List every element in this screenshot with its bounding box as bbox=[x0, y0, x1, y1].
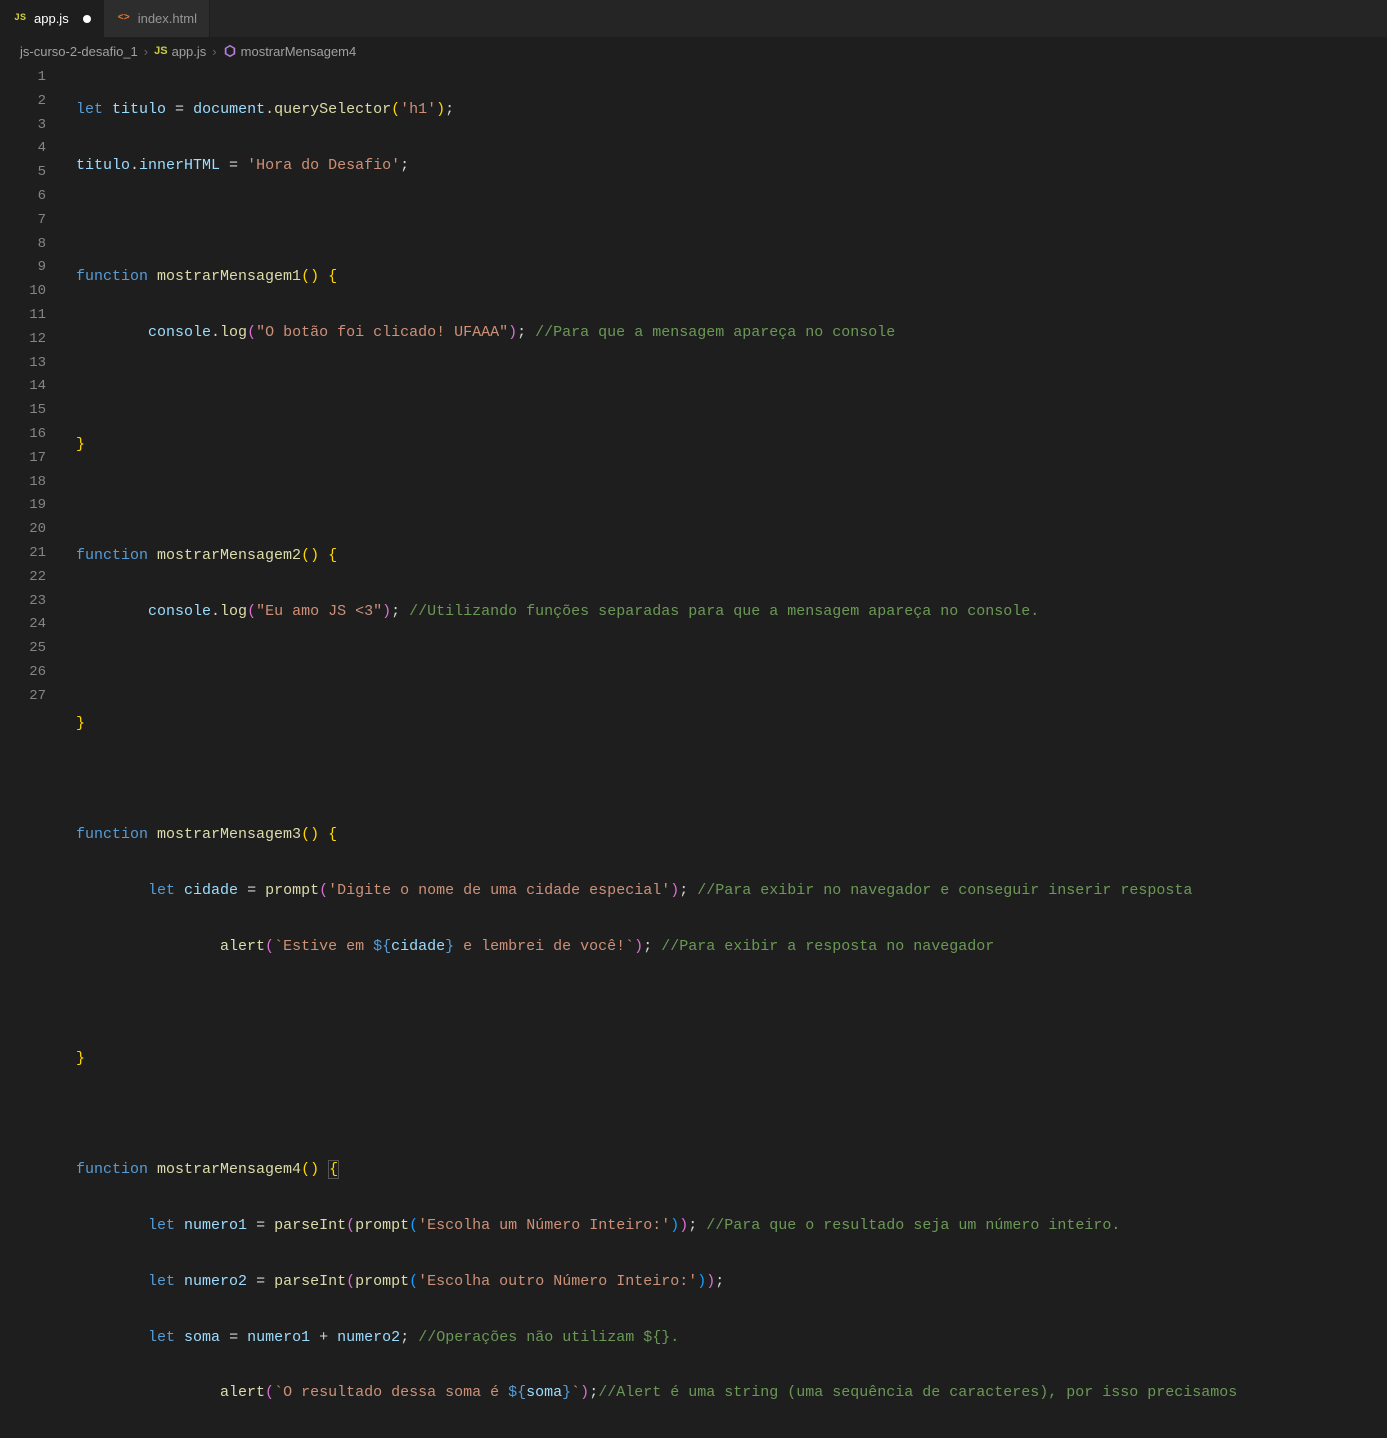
line-number: 15 bbox=[0, 399, 46, 423]
line-number: 21 bbox=[0, 542, 46, 566]
line-number: 19 bbox=[0, 494, 46, 518]
chevron-right-icon: › bbox=[144, 44, 148, 59]
line-number: 27 bbox=[0, 685, 46, 709]
line-number: 1 bbox=[0, 66, 46, 90]
tabs-bar: JS app.js <> index.html bbox=[0, 0, 1387, 38]
breadcrumb-symbol[interactable]: mostrarMensagem4 bbox=[223, 44, 357, 59]
line-number: 7 bbox=[0, 209, 46, 233]
breadcrumb-file[interactable]: JS app.js bbox=[154, 44, 206, 59]
tab-label: app.js bbox=[34, 11, 69, 26]
line-number: 23 bbox=[0, 590, 46, 614]
html-file-icon: <> bbox=[116, 11, 132, 27]
line-number: 9 bbox=[0, 256, 46, 280]
code-editor[interactable]: 1234567891011121314151617181920212223242… bbox=[0, 64, 1387, 719]
code-content[interactable]: let titulo = document.querySelector('h1'… bbox=[64, 64, 1387, 719]
line-number: 10 bbox=[0, 280, 46, 304]
line-number: 6 bbox=[0, 185, 46, 209]
line-number: 13 bbox=[0, 352, 46, 376]
line-number: 18 bbox=[0, 471, 46, 495]
line-number: 2 bbox=[0, 90, 46, 114]
line-number: 26 bbox=[0, 661, 46, 685]
line-number: 5 bbox=[0, 161, 46, 185]
dirty-indicator-icon[interactable] bbox=[83, 15, 91, 23]
line-number-gutter: 1234567891011121314151617181920212223242… bbox=[0, 64, 64, 719]
line-number: 17 bbox=[0, 447, 46, 471]
js-file-icon: JS bbox=[12, 11, 28, 27]
line-number: 3 bbox=[0, 114, 46, 138]
line-number: 8 bbox=[0, 233, 46, 257]
line-number: 25 bbox=[0, 637, 46, 661]
line-number: 16 bbox=[0, 423, 46, 447]
line-number: 14 bbox=[0, 375, 46, 399]
breadcrumbs[interactable]: js-curso-2-desafio_1 › JS app.js › mostr… bbox=[0, 38, 1387, 64]
tab-app-js[interactable]: JS app.js bbox=[0, 0, 104, 37]
breadcrumb-folder[interactable]: js-curso-2-desafio_1 bbox=[20, 44, 138, 59]
line-number: 20 bbox=[0, 518, 46, 542]
js-file-icon: JS bbox=[154, 45, 167, 57]
chevron-right-icon: › bbox=[212, 44, 216, 59]
line-number: 24 bbox=[0, 613, 46, 637]
tab-label: index.html bbox=[138, 11, 197, 26]
line-number: 4 bbox=[0, 137, 46, 161]
line-number: 11 bbox=[0, 304, 46, 328]
line-number: 12 bbox=[0, 328, 46, 352]
method-icon bbox=[223, 44, 237, 58]
line-number: 22 bbox=[0, 566, 46, 590]
tab-index-html[interactable]: <> index.html bbox=[104, 0, 210, 37]
